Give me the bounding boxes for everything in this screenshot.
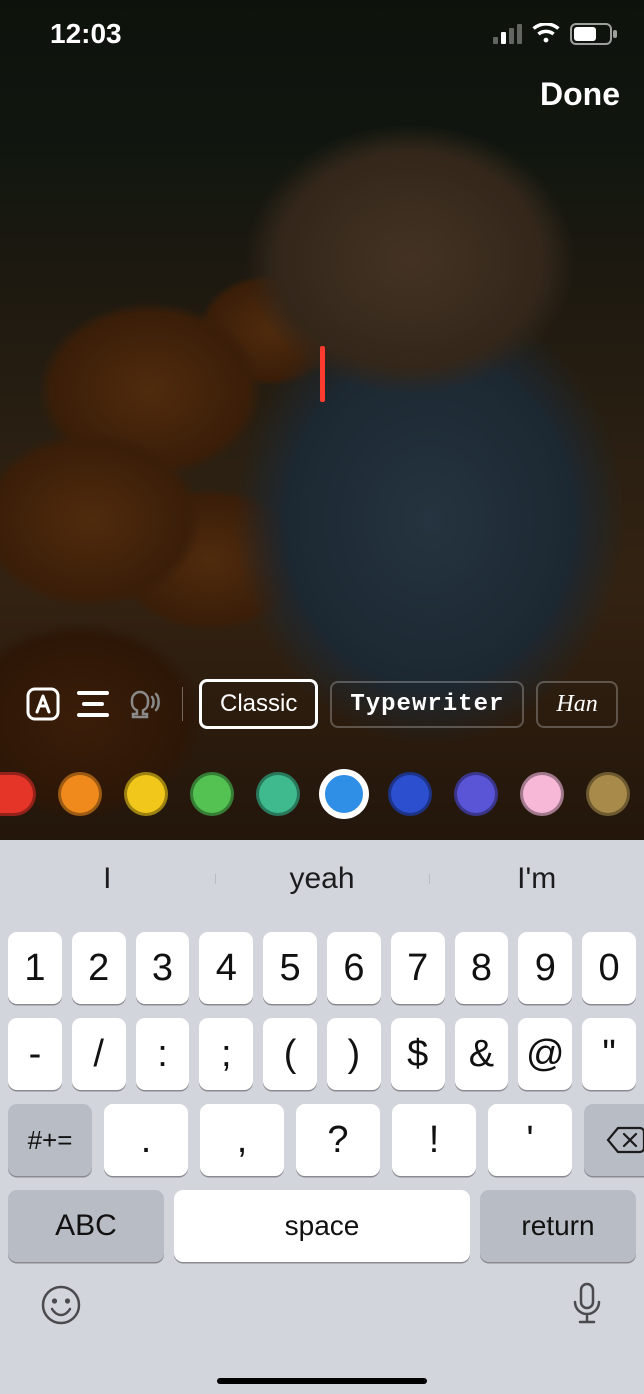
- key-apostrophe[interactable]: ': [488, 1104, 572, 1176]
- key-@[interactable]: @: [518, 1018, 572, 1090]
- font-chip-classic[interactable]: Classic: [199, 679, 318, 729]
- key-8[interactable]: 8: [455, 932, 509, 1004]
- font-chip-handwriting[interactable]: Han: [536, 681, 617, 728]
- key-/[interactable]: /: [72, 1018, 126, 1090]
- status-time: 12:03: [50, 18, 122, 50]
- key-0[interactable]: 0: [582, 932, 636, 1004]
- keyboard-dock: [0, 1262, 644, 1328]
- battery-icon: [570, 23, 618, 45]
- key-question[interactable]: ?: [296, 1104, 380, 1176]
- color-swatch[interactable]: [124, 772, 168, 816]
- key-)[interactable]: ): [327, 1018, 381, 1090]
- color-swatch-row[interactable]: [0, 764, 644, 824]
- key-exclaim[interactable]: !: [392, 1104, 476, 1176]
- color-swatch[interactable]: [58, 772, 102, 816]
- key-4[interactable]: 4: [199, 932, 253, 1004]
- suggestion-1[interactable]: I: [0, 862, 215, 896]
- key-row-1: 1234567890: [0, 932, 644, 1004]
- key-:[interactable]: :: [136, 1018, 190, 1090]
- key-7[interactable]: 7: [391, 932, 445, 1004]
- color-swatch[interactable]: [388, 772, 432, 816]
- abc-key[interactable]: ABC: [8, 1190, 164, 1262]
- backspace-key[interactable]: [584, 1104, 644, 1176]
- wifi-icon: [532, 23, 560, 45]
- color-swatch[interactable]: [322, 772, 366, 816]
- color-swatch[interactable]: [586, 772, 630, 816]
- emoji-icon[interactable]: [40, 1284, 82, 1326]
- home-indicator[interactable]: [217, 1378, 427, 1384]
- status-bar: 12:03: [0, 0, 644, 54]
- suggestion-2[interactable]: yeah: [215, 862, 430, 896]
- key-row-4: ABC space return: [0, 1190, 644, 1262]
- ios-keyboard: I yeah I'm 1234567890 -/:;()$&@" #+= . ,…: [0, 840, 644, 1394]
- suggestion-bar: I yeah I'm: [0, 840, 644, 918]
- key-1[interactable]: 1: [8, 932, 62, 1004]
- text-align-button[interactable]: [68, 679, 118, 729]
- font-style-scroller[interactable]: Classic Typewriter Han: [199, 679, 634, 729]
- toolbar-divider: [182, 687, 183, 721]
- color-swatch[interactable]: [190, 772, 234, 816]
- key-3[interactable]: 3: [136, 932, 190, 1004]
- key-6[interactable]: 6: [327, 932, 381, 1004]
- color-swatch[interactable]: [0, 772, 36, 816]
- key-comma[interactable]: ,: [200, 1104, 284, 1176]
- key-;[interactable]: ;: [199, 1018, 253, 1090]
- font-chip-typewriter[interactable]: Typewriter: [330, 681, 524, 728]
- key-period[interactable]: .: [104, 1104, 188, 1176]
- color-swatch[interactable]: [454, 772, 498, 816]
- cellular-icon: [493, 24, 522, 44]
- key-([interactable]: (: [263, 1018, 317, 1090]
- text-to-speech-button[interactable]: [118, 679, 168, 729]
- text-background-toggle[interactable]: [18, 679, 68, 729]
- text-input-caret[interactable]: [320, 346, 325, 402]
- space-key[interactable]: space: [174, 1190, 470, 1262]
- symbols-key[interactable]: #+=: [8, 1104, 92, 1176]
- text-toolbar: Classic Typewriter Han: [0, 674, 644, 734]
- return-key[interactable]: return: [480, 1190, 636, 1262]
- done-button[interactable]: Done: [540, 76, 620, 113]
- color-swatch[interactable]: [520, 772, 564, 816]
- color-swatch[interactable]: [256, 772, 300, 816]
- key--[interactable]: -: [8, 1018, 62, 1090]
- key-row-2: -/:;()$&@": [0, 1018, 644, 1090]
- key-"[interactable]: ": [582, 1018, 636, 1090]
- suggestion-3[interactable]: I'm: [429, 862, 644, 896]
- key-row-3: #+= . , ? ! ': [0, 1104, 644, 1176]
- key-5[interactable]: 5: [263, 932, 317, 1004]
- key-$[interactable]: $: [391, 1018, 445, 1090]
- key-&[interactable]: &: [455, 1018, 509, 1090]
- dictation-icon[interactable]: [570, 1282, 604, 1328]
- key-2[interactable]: 2: [72, 932, 126, 1004]
- key-9[interactable]: 9: [518, 932, 572, 1004]
